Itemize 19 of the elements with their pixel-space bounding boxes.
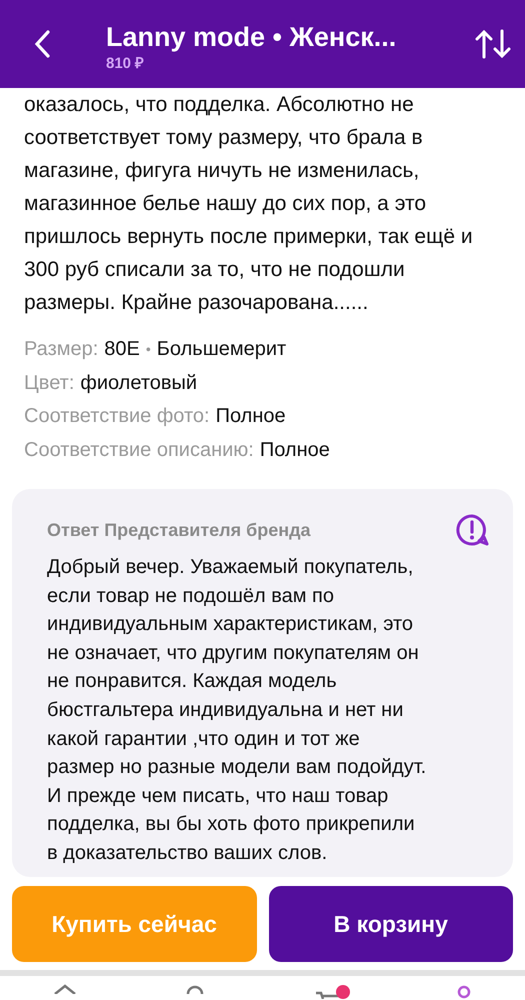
attribute-value: Большемерит — [156, 337, 286, 362]
product-price: 810 ₽ — [106, 54, 146, 74]
separator-dot: • — [146, 340, 151, 359]
add-to-cart-button[interactable]: В корзину — [268, 886, 513, 962]
sort-icon[interactable] — [475, 29, 511, 59]
reply-title: Ответ Представителя бренда — [47, 520, 311, 540]
attribute-label: Размер: — [24, 337, 98, 362]
back-icon[interactable] — [33, 30, 51, 58]
product-title: Lanny mode • Женск... — [106, 21, 398, 53]
review-text: оказалось, что подделка. Абсолютно не соответствует тому размеру, что брала в магазине, фигуга ничуть не изменилась, магазинное белье нашу до сих пор, а это пришлось вернуть после примерки, так ещё и 300 руб списали за то, что не подошли размеры. Крайне разочарована...... — [24, 92, 474, 316]
reply-text: Добрый вечер. Уважаемый покупатель, если товар не подошёл вам по индивидуальным характеристикам, это не означает, что другим покупателям он не понравится. Каждая модель бюстгальтера индивидуальна и нет ни какой гарантии ,что один и тот же размер но разные модели вам подойдут. И прежде чем писать, что наш товар подделка, вы бы хоть фото прикрепили в доказательство ваших слов. — [47, 555, 428, 866]
attribute-label: Цвет: — [24, 370, 74, 396]
attribute-label: Соответствие фото: — [24, 404, 210, 429]
attribute-label: Соответствие описанию: — [24, 438, 254, 462]
exclamation-bubble-icon — [455, 513, 489, 547]
attribute-value: Полное — [260, 438, 330, 462]
attribute-value: Полное — [216, 404, 286, 429]
attribute-value: фиолетовый — [80, 370, 198, 396]
attribute-value: 80E — [104, 337, 140, 362]
